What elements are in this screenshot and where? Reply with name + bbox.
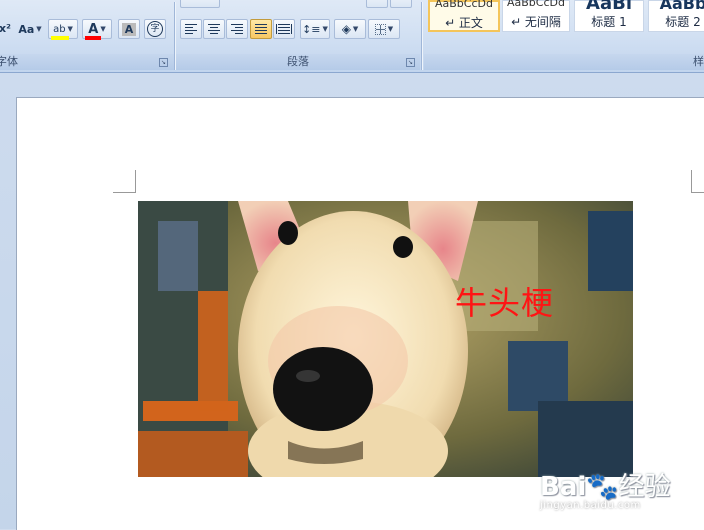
ribbon: x² Aa▼ ab ▼ A ▼ A 字 字体 ↘: [0, 0, 704, 73]
char-shading-button[interactable]: A: [118, 19, 140, 39]
align-left-icon: [185, 24, 197, 34]
top-row-button[interactable]: [180, 0, 220, 8]
style-normal[interactable]: AaBbCcDd ↵ 正文: [428, 0, 500, 32]
enclose-char-button[interactable]: 字: [144, 19, 166, 39]
superscript-icon: x²: [0, 21, 11, 35]
styles-group: AaBbCcDd ↵ 正文 AaBbCcDd ↵ 无间隔 AaBl 标题 1 A…: [424, 0, 704, 72]
font-group-label: 字体: [0, 54, 176, 70]
group-divider: [174, 2, 175, 70]
distributed-icon: [276, 24, 292, 34]
paragraph-group-label: 段落: [176, 54, 420, 70]
style-preview: AaBl: [586, 0, 632, 11]
change-case-icon: Aa: [18, 22, 35, 36]
chevron-down-icon: ▼: [387, 25, 394, 33]
paw-icon: 🐾: [586, 472, 619, 502]
change-case-button[interactable]: Aa ▼: [15, 19, 45, 39]
style-name: 标题 1: [591, 15, 627, 29]
distributed-button[interactable]: [273, 19, 295, 39]
style-heading-2[interactable]: AaBb 标题 2: [648, 0, 704, 32]
font-color-button[interactable]: A ▼: [82, 19, 112, 40]
style-preview: AaBbCcDd: [507, 0, 565, 9]
top-row-button[interactable]: [366, 0, 388, 8]
border-grid-icon: [374, 23, 386, 35]
group-divider: [421, 2, 422, 70]
style-preview: AaBb: [659, 0, 704, 11]
char-shading-icon: A: [121, 22, 137, 36]
style-name: ↵ 无间隔: [511, 15, 561, 29]
style-heading-1[interactable]: AaBl 标题 1: [574, 0, 644, 32]
font-group: x² Aa▼ ab ▼ A ▼ A 字 字体 ↘: [0, 0, 176, 72]
watermark-url: jingyan.baidu.com: [540, 500, 641, 511]
align-right-button[interactable]: [226, 19, 248, 39]
document-image[interactable]: [138, 201, 633, 477]
highlight-button[interactable]: ab ▼: [48, 19, 78, 40]
chevron-down-icon: ▼: [36, 25, 42, 33]
style-preview: AaBbCcDd: [435, 0, 493, 10]
styles-group-label: 样: [424, 54, 704, 70]
margin-corner-mark: [113, 170, 136, 193]
font-color-icon: A: [85, 22, 102, 40]
paint-bucket-icon: ◈: [341, 22, 351, 36]
chevron-down-icon: ▼: [322, 25, 328, 33]
dog-photo-drawing: [138, 201, 633, 477]
chevron-down-icon: ▼: [100, 25, 106, 33]
paragraph-group: ↕≡ ▼ ◈ ▼ ▼ 段落 ↘: [176, 0, 420, 72]
image-caption: 牛头梗: [455, 284, 555, 322]
align-left-button[interactable]: [180, 19, 202, 39]
style-no-spacing[interactable]: AaBbCcDd ↵ 无间隔: [502, 0, 570, 32]
highlight-color-bar: [51, 35, 70, 40]
justify-icon: [255, 24, 267, 34]
line-spacing-button[interactable]: ↕≡ ▼: [300, 19, 330, 39]
chevron-down-icon: ▼: [67, 25, 73, 33]
style-name: 标题 2: [665, 15, 701, 29]
superscript-button[interactable]: x²: [0, 18, 14, 38]
top-row-button[interactable]: [390, 0, 412, 8]
margin-corner-mark: [691, 170, 704, 193]
align-center-icon: [208, 24, 220, 34]
font-color-bar: [85, 35, 102, 40]
align-right-icon: [231, 24, 243, 34]
align-center-button[interactable]: [203, 19, 225, 39]
highlight-icon: ab: [51, 24, 70, 40]
font-dialog-launcher-icon[interactable]: ↘: [159, 58, 168, 67]
style-name: ↵ 正文: [445, 16, 483, 30]
shading-button[interactable]: ◈ ▼: [334, 19, 366, 39]
borders-button[interactable]: ▼: [368, 19, 400, 39]
chevron-down-icon: ▼: [352, 25, 359, 33]
baidu-jingyan-logo: Bai🐾经验: [540, 472, 671, 502]
enclose-char-icon: 字: [147, 21, 163, 37]
line-spacing-icon: ↕≡: [302, 22, 321, 36]
baidu-watermark: Bai🐾经验 jingyan.baidu.com: [540, 452, 700, 528]
paragraph-dialog-launcher-icon[interactable]: ↘: [406, 58, 415, 67]
justify-button[interactable]: [250, 19, 272, 39]
